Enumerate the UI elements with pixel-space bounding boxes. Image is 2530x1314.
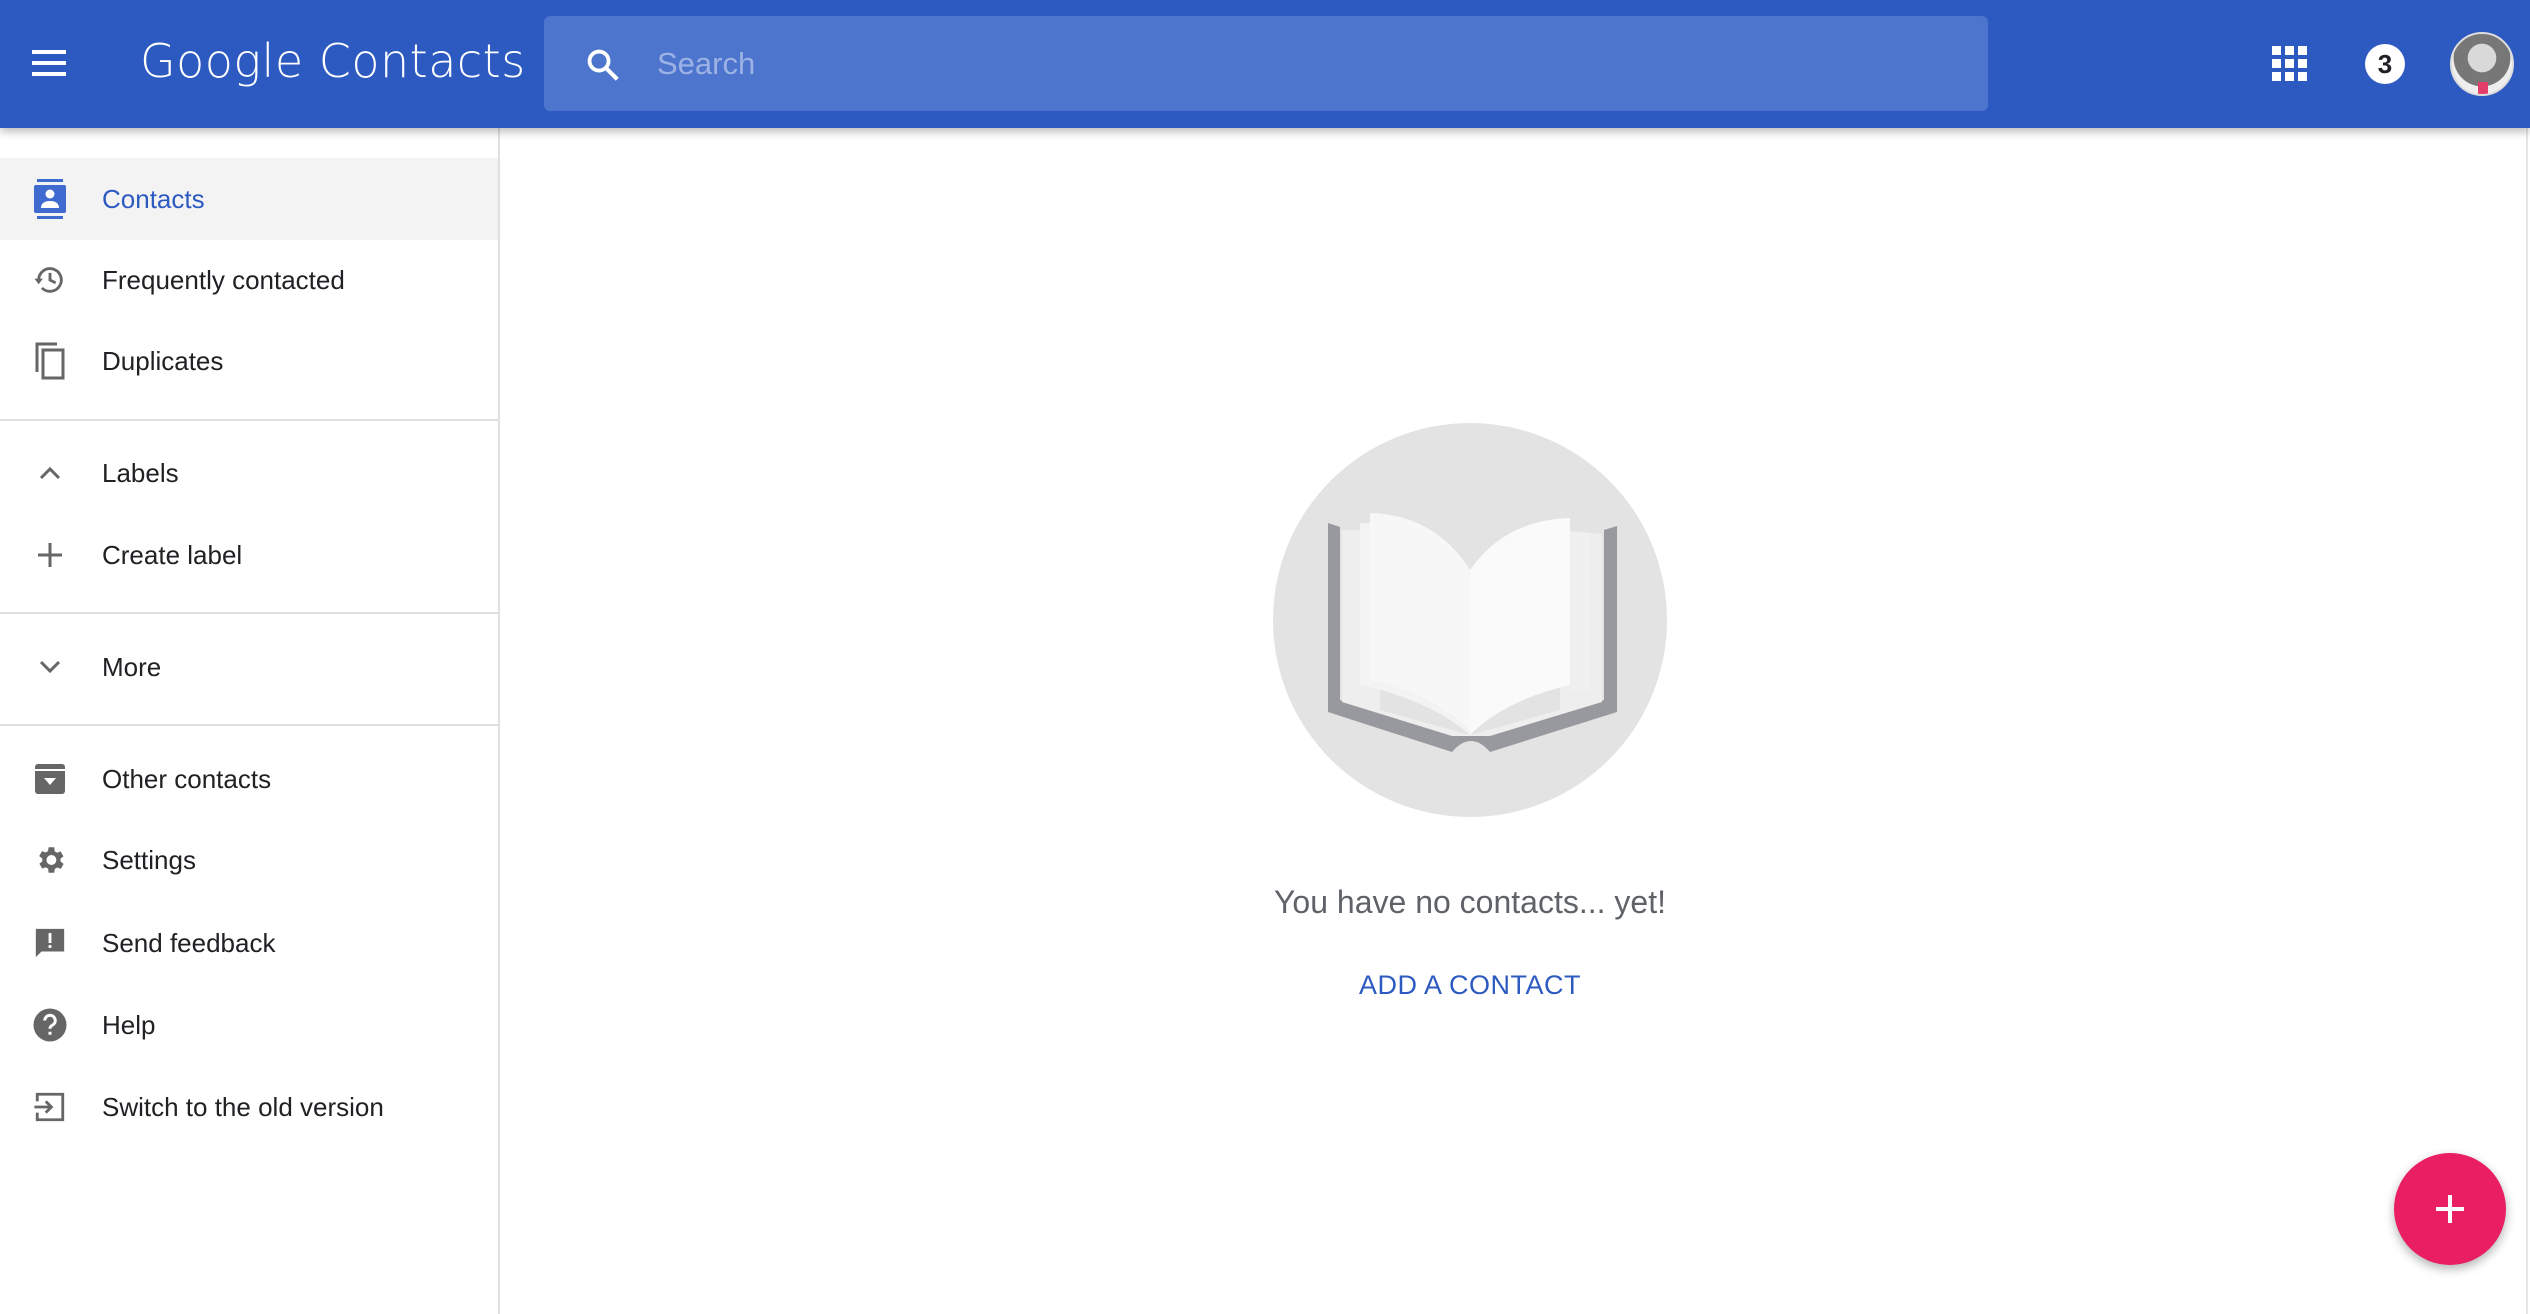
sidebar-item-labels[interactable]: Labels: [0, 432, 498, 514]
sidebar-item-label: Frequently contacted: [102, 264, 345, 295]
sidebar-item-label: Send feedback: [102, 927, 276, 958]
sidebar-item-label: Create label: [102, 539, 243, 570]
account-avatar[interactable]: [2450, 32, 2514, 96]
empty-book-illustration: [1273, 423, 1667, 817]
empty-state-message: You have no contacts... yet!: [1274, 884, 1666, 920]
app-title[interactable]: Google Contacts: [140, 34, 526, 88]
contacts-icon: [32, 179, 68, 219]
feedback-icon: [32, 925, 68, 961]
divider: [0, 419, 498, 421]
sidebar-item-frequently-contacted[interactable]: Frequently contacted: [0, 239, 498, 321]
sidebar-item-label: Settings: [102, 844, 196, 875]
sidebar-item-other-contacts[interactable]: Other contacts: [0, 738, 498, 820]
sidebar-item-more[interactable]: More: [0, 626, 498, 708]
sidebar-item-label: Contacts: [102, 183, 205, 214]
search-bar[interactable]: [544, 16, 1988, 111]
scrollbar[interactable]: [2526, 128, 2528, 1314]
sidebar-item-duplicates[interactable]: Duplicates: [0, 320, 498, 402]
gear-icon: [32, 842, 68, 878]
sidebar-item-switch-old-version[interactable]: Switch to the old version: [0, 1066, 498, 1148]
main-menu-button[interactable]: [30, 46, 74, 82]
sidebar-item-label: Help: [102, 1009, 156, 1040]
search-icon[interactable]: [584, 46, 622, 84]
notifications-badge[interactable]: 3: [2365, 44, 2405, 84]
exit-icon: [32, 1089, 68, 1125]
sidebar-item-settings[interactable]: Settings: [0, 819, 498, 901]
plus-icon: [32, 537, 68, 573]
history-icon: [32, 262, 68, 298]
sidebar-item-help[interactable]: Help: [0, 984, 498, 1066]
create-contact-fab[interactable]: [2394, 1153, 2506, 1265]
archive-icon: [32, 761, 68, 797]
sidebar-item-contacts[interactable]: Contacts: [0, 158, 498, 240]
sidebar-item-label: Switch to the old version: [102, 1091, 384, 1122]
sidebar-item-label: Duplicates: [102, 345, 224, 376]
divider: [0, 612, 498, 614]
copy-icon: [32, 342, 68, 380]
sidebar-item-label: Other contacts: [102, 763, 272, 794]
chevron-down-icon: [32, 649, 68, 685]
sidebar-item-send-feedback[interactable]: Send feedback: [0, 902, 498, 984]
add-contact-link[interactable]: ADD A CONTACT: [1270, 970, 1670, 1001]
app-header: Google Contacts 3: [0, 0, 2530, 128]
chevron-up-icon: [32, 455, 68, 491]
search-input[interactable]: [657, 16, 1857, 111]
sidebar-item-create-label[interactable]: Create label: [0, 514, 498, 596]
sidebar-item-label: More: [102, 651, 162, 682]
sidebar-item-label: Labels: [102, 457, 179, 488]
help-icon: [32, 1007, 68, 1043]
apps-grid-icon[interactable]: [2272, 46, 2307, 81]
sidebar: Contacts Frequently contacted Duplicates…: [0, 128, 500, 1314]
divider: [0, 724, 498, 726]
